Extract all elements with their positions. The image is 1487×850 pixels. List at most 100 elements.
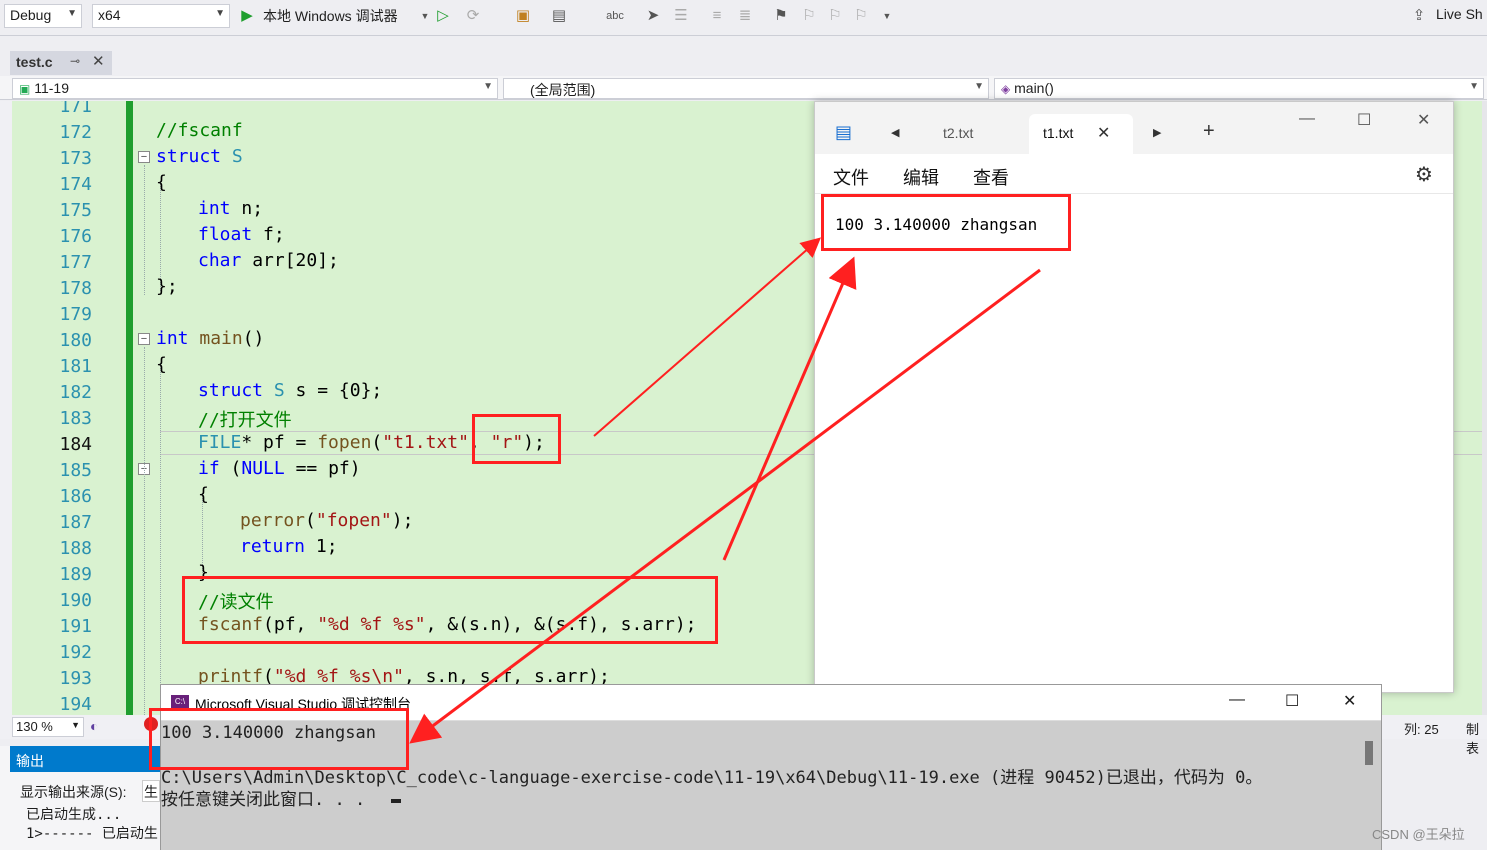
code-line: { (198, 484, 209, 505)
output-line: 已启动生成... (26, 807, 122, 823)
zoom-dropdown[interactable]: 130 % ▼ (12, 717, 84, 737)
line-number: 176 (59, 226, 92, 247)
chevron-down-icon: ▼ (483, 81, 493, 92)
clear-bookmarks-icon[interactable]: ⚐ (852, 7, 870, 25)
run-debugger-button[interactable]: 本地 Windows 调试器 (263, 6, 398, 26)
maximize-icon[interactable]: ☐ (1357, 110, 1371, 130)
tab-indicator: 制表 (1466, 722, 1480, 756)
indent-guide (160, 363, 161, 715)
line-number: 189 (59, 564, 92, 585)
output-source-label: 显示输出来源(S): (20, 784, 127, 800)
code-line: return 1; (240, 536, 338, 557)
code-line: //fscanf (156, 120, 243, 141)
indent-guide (202, 493, 203, 573)
scope-dropdown[interactable]: (全局范围) ▼ (503, 78, 989, 99)
project-icon: ▣ (19, 82, 31, 96)
line-number: 173 (59, 148, 92, 169)
line-number: 182 (59, 382, 92, 403)
gear-icon[interactable]: ⚙ (1415, 162, 1433, 187)
line-number: 180 (59, 330, 92, 351)
solution-explorer-icon[interactable]: ▣ (514, 7, 532, 25)
column-indicator: 列: 25 (1404, 722, 1439, 737)
line-number: 194 (59, 694, 92, 715)
comment-icon[interactable]: ≡ (708, 7, 726, 25)
live-share-button[interactable]: Live Sh (1436, 6, 1483, 22)
tab-t2-txt[interactable]: t2.txt (943, 125, 973, 141)
start-without-debug-icon[interactable]: ▷ (434, 7, 452, 25)
zoom-value: 130 % (16, 719, 53, 734)
project-value: 11-19 (34, 80, 70, 96)
next-bookmark-icon[interactable]: ⚐ (826, 7, 844, 25)
bookmark-icon[interactable]: ⚑ (772, 7, 790, 25)
output-panel: 输出 显示输出来源(S): 生 已启动生成... 1>------ 已启动生 (0, 746, 160, 850)
platform-dropdown[interactable]: x64 ▼ (92, 4, 230, 28)
project-dropdown[interactable]: ▣ 11-19 ▼ (12, 78, 498, 99)
line-number: 193 (59, 668, 92, 689)
notepad-menubar: 文件 编辑 查看 ⚙ (815, 154, 1453, 194)
method-icon: ◈ (1001, 82, 1011, 96)
close-icon[interactable]: ✕ (92, 52, 105, 70)
line-number: 174 (59, 174, 92, 195)
close-window-icon[interactable]: ✕ (1343, 691, 1356, 711)
line-number: 177 (59, 252, 92, 273)
line-number: 188 (59, 538, 92, 559)
navigation-bar: ▣ 11-19 ▼ (全局范围) ▼ ◈ main() ▼ (0, 76, 1487, 100)
bookmark-list-icon[interactable]: ☰ (672, 7, 690, 25)
new-tab-icon[interactable]: + (1203, 120, 1215, 143)
console-scrollbar[interactable] (1365, 741, 1373, 765)
console-cursor (391, 799, 401, 803)
code-line: float f; (198, 224, 285, 245)
output-line: 1>------ 已启动生 (26, 826, 158, 842)
platform-value: x64 (98, 7, 121, 23)
code-line: struct S s = {0}; (198, 380, 383, 401)
line-number: 191 (59, 616, 92, 637)
cursor-icon[interactable]: ➤ (644, 7, 662, 25)
prev-bookmark-icon[interactable]: ⚐ (800, 7, 818, 25)
live-share-icon[interactable]: ⇪ (1410, 7, 1428, 25)
play-icon[interactable]: ▶ (238, 7, 256, 25)
member-dropdown[interactable]: ◈ main() ▼ (994, 78, 1484, 99)
layout-icon[interactable]: ▤ (550, 7, 568, 25)
menu-view[interactable]: 查看 (973, 164, 1009, 190)
editor-scrollbar[interactable] (1482, 101, 1487, 715)
scroll-tabs-right-icon[interactable]: ▶ (1153, 126, 1161, 139)
pin-icon[interactable]: ⊸ (70, 54, 80, 68)
uncomment-icon[interactable]: ≣ (736, 7, 754, 25)
tab-test-c[interactable]: test.c ⊸ ✕ (10, 51, 112, 75)
maximize-icon[interactable]: ☐ (1285, 691, 1299, 711)
notepad-window: ▤ ◀ t2.txt t1.txt ✕ ▶ + — ☐ ✕ 文件 编辑 查看 ⚙… (814, 101, 1454, 693)
scroll-tabs-left-icon[interactable]: ◀ (891, 126, 899, 139)
minimize-icon[interactable]: — (1299, 110, 1315, 128)
watermark: CSDN @王朵拉 (1372, 827, 1465, 842)
close-window-icon[interactable]: ✕ (1417, 110, 1430, 130)
tab-t1-txt[interactable]: t1.txt ✕ (1029, 114, 1133, 154)
chevron-down-icon[interactable]: ▼ (878, 7, 896, 25)
line-number: 183 (59, 408, 92, 429)
chevron-down-icon[interactable]: ▼ (416, 7, 434, 25)
config-dropdown[interactable]: Debug ▼ (4, 4, 82, 28)
close-icon[interactable]: ✕ (1097, 123, 1110, 143)
menu-edit[interactable]: 编辑 (903, 164, 939, 190)
hot-reload-icon[interactable]: ⟳ (464, 7, 482, 25)
menu-file[interactable]: 文件 (833, 164, 869, 190)
fold-toggle[interactable]: − (138, 333, 150, 345)
fold-toggle[interactable]: − (138, 151, 150, 163)
fold-guide (144, 165, 145, 295)
fold-guide (144, 347, 145, 715)
code-line: int main() (156, 328, 265, 349)
console-app-icon: C:\ (171, 695, 189, 709)
code-line: if (NULL == pf) (198, 458, 361, 479)
intellicode-icon[interactable]: ◐ (90, 718, 98, 734)
line-number: 178 (59, 278, 92, 299)
line-number: 179 (59, 304, 92, 325)
tab-label: test.c (16, 54, 53, 70)
spellcheck-icon[interactable]: abc (606, 7, 624, 25)
output-panel-title: 输出 (10, 746, 160, 772)
code-line: int n; (198, 198, 264, 219)
line-number: 175 (59, 200, 92, 221)
output-source-dropdown[interactable]: 生 (142, 780, 160, 802)
main-toolbar: Debug ▼ x64 ▼ ▶ 本地 Windows 调试器 ▼ ▷ ⟳ ▣ ▤… (0, 0, 1487, 36)
minimize-icon[interactable]: — (1229, 691, 1245, 709)
line-number: 187 (59, 512, 92, 533)
chevron-down-icon: ▼ (974, 81, 984, 92)
